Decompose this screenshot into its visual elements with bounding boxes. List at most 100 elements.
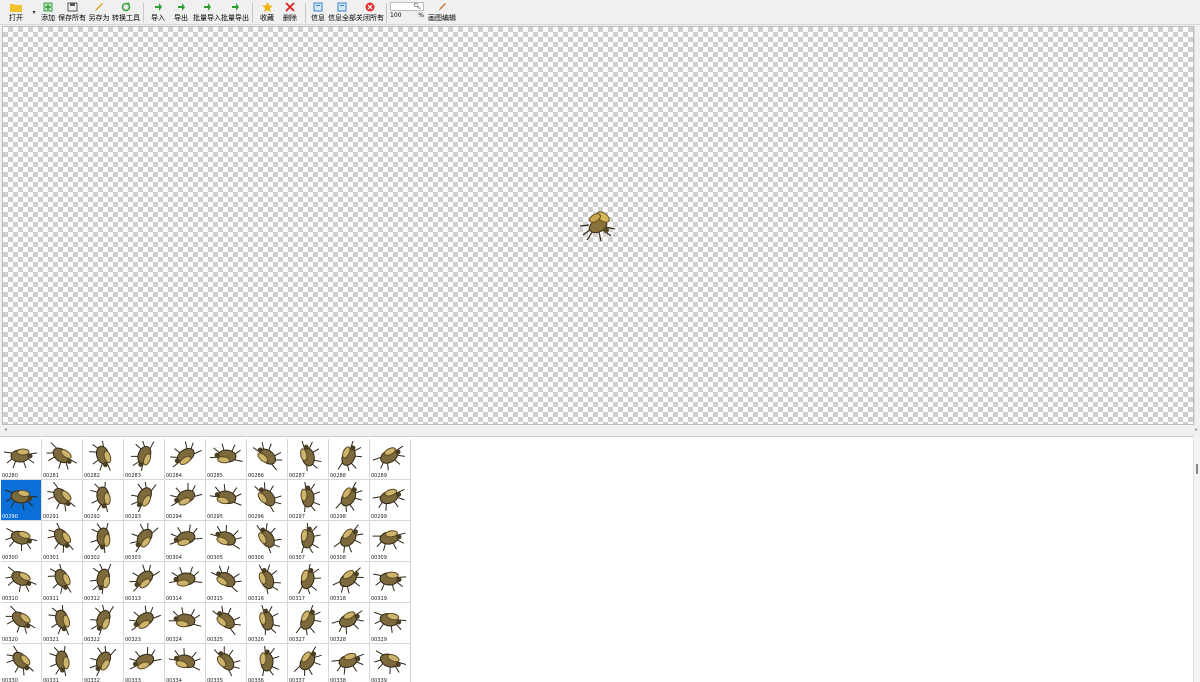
thumbnail-item[interactable]: 00287 bbox=[288, 439, 329, 480]
thumbnail-label: 00282 bbox=[84, 473, 100, 479]
thumbnail-item[interactable]: 00320 bbox=[1, 603, 42, 644]
thumbnail-item[interactable]: 00297 bbox=[288, 480, 329, 521]
thumbnail-item[interactable]: 00334 bbox=[165, 644, 206, 682]
thumbnail-item[interactable]: 00291 bbox=[42, 480, 83, 521]
thumbnail-item[interactable]: 00313 bbox=[124, 562, 165, 603]
thumbnail-item[interactable]: 00298 bbox=[329, 480, 370, 521]
thumbnail-item[interactable]: 00281 bbox=[42, 439, 83, 480]
thumbnail-item[interactable]: 00306 bbox=[247, 521, 288, 562]
info-button[interactable]: 信息 bbox=[309, 0, 327, 25]
thumbnail-item[interactable]: 00302 bbox=[83, 521, 124, 562]
open-button[interactable]: 打开 bbox=[2, 0, 30, 25]
thumbnail-item[interactable]: 00337 bbox=[288, 644, 329, 682]
export-button[interactable]: 导出 bbox=[169, 0, 193, 25]
thumbnail-item[interactable]: 00310 bbox=[1, 562, 42, 603]
convert-button[interactable]: 转换工具 bbox=[112, 0, 140, 25]
scroll-left-arrow[interactable]: ◂ bbox=[4, 426, 7, 433]
thumbnail-item[interactable]: 00284 bbox=[165, 439, 206, 480]
thumbnail-item[interactable]: 00309 bbox=[370, 521, 411, 562]
thumbnail-item[interactable]: 00331 bbox=[42, 644, 83, 682]
thumbnail-item[interactable]: 00301 bbox=[42, 521, 83, 562]
thumbnail-item[interactable]: 00286 bbox=[247, 439, 288, 480]
thumbnail-item[interactable]: 00296 bbox=[247, 480, 288, 521]
thumbnail-item[interactable]: 00288 bbox=[329, 439, 370, 480]
thumbnail-item[interactable]: 00329 bbox=[370, 603, 411, 644]
thumbnail-item[interactable]: 00285 bbox=[206, 439, 247, 480]
thumbnail-item[interactable]: 00325 bbox=[206, 603, 247, 644]
thumbnail-item[interactable]: 00332 bbox=[83, 644, 124, 682]
thumbnail-item[interactable]: 00308 bbox=[329, 521, 370, 562]
beetle-thumbnail-image bbox=[213, 646, 241, 676]
close-all-button[interactable]: 关闭所有 bbox=[356, 0, 384, 25]
thumbnail-item[interactable]: 00305 bbox=[206, 521, 247, 562]
star-icon bbox=[261, 2, 273, 13]
open-dropdown[interactable]: ▾ bbox=[30, 0, 38, 25]
thumbnail-item[interactable]: 00333 bbox=[124, 644, 165, 682]
favorite-button[interactable]: 收藏 bbox=[256, 0, 278, 25]
thumbnail-item[interactable]: 00322 bbox=[83, 603, 124, 644]
canvas-vertical-scrollbar[interactable] bbox=[1194, 26, 1200, 425]
thumbnail-item[interactable]: 00328 bbox=[329, 603, 370, 644]
thumbnail-item[interactable]: 00312 bbox=[83, 562, 124, 603]
thumbnail-scrollbar[interactable] bbox=[1193, 436, 1200, 682]
scroll-right-arrow[interactable]: ▸ bbox=[1195, 426, 1198, 433]
thumbnail-label: 00329 bbox=[371, 637, 387, 643]
thumbnail-item[interactable]: 00304 bbox=[165, 521, 206, 562]
thumbnail-label: 00295 bbox=[207, 514, 223, 520]
thumbnail-item[interactable]: 00314 bbox=[165, 562, 206, 603]
thumbnail-item[interactable]: 00339 bbox=[370, 644, 411, 682]
thumbnail-item[interactable]: 00338 bbox=[329, 644, 370, 682]
thumbnail-item[interactable]: 00294 bbox=[165, 480, 206, 521]
thumbnail-item[interactable]: 00316 bbox=[247, 562, 288, 603]
thumbnail-item[interactable]: 00317 bbox=[288, 562, 329, 603]
beetle-thumbnail-image bbox=[254, 482, 282, 512]
thumbnail-item[interactable]: 00293 bbox=[124, 480, 165, 521]
thumbnail-item[interactable]: 00290 bbox=[1, 480, 42, 521]
thumbnail-label: 00287 bbox=[289, 473, 305, 479]
zoom-search-input[interactable]: 🔍︎ bbox=[390, 2, 424, 11]
beetle-thumbnail-image bbox=[333, 524, 364, 553]
thumbnail-item[interactable]: 00319 bbox=[370, 562, 411, 603]
batch-import-button[interactable]: 批量导入 bbox=[193, 0, 221, 25]
beetle-thumbnail-image bbox=[372, 488, 405, 511]
info-all-button[interactable]: 信息全部 bbox=[327, 0, 357, 25]
thumbnail-item[interactable]: 00282 bbox=[83, 439, 124, 480]
thumbnail-item[interactable]: 00292 bbox=[83, 480, 124, 521]
thumbnail-item[interactable]: 00335 bbox=[206, 644, 247, 682]
thumbnail-item[interactable]: 00318 bbox=[329, 562, 370, 603]
thumbnail-item[interactable]: 00307 bbox=[288, 521, 329, 562]
thumbnail-item[interactable]: 00327 bbox=[288, 603, 329, 644]
thumbnail-item[interactable]: 00300 bbox=[1, 521, 42, 562]
thumbnail-item[interactable]: 00321 bbox=[42, 603, 83, 644]
delete-button[interactable]: 删除 bbox=[278, 0, 302, 25]
thumbnail-item[interactable]: 00315 bbox=[206, 562, 247, 603]
scroll-thumb[interactable] bbox=[1196, 464, 1198, 474]
thumbnail-label: 00309 bbox=[371, 555, 387, 561]
beetle-sprite-preview bbox=[579, 211, 616, 242]
thumbnail-item[interactable]: 00336 bbox=[247, 644, 288, 682]
edit-button[interactable]: 画图编辑 bbox=[428, 0, 456, 25]
canvas-horizontal-scrollbar[interactable]: ◂ ▸ bbox=[2, 425, 1200, 434]
thumbnail-item[interactable]: 00289 bbox=[370, 439, 411, 480]
thumbnail-item[interactable]: 00299 bbox=[370, 480, 411, 521]
thumbnail-item[interactable]: 00303 bbox=[124, 521, 165, 562]
thumbnail-item[interactable]: 00311 bbox=[42, 562, 83, 603]
thumbnail-item[interactable]: 00295 bbox=[206, 480, 247, 521]
thumbnail-item[interactable]: 00323 bbox=[124, 603, 165, 644]
import-button[interactable]: 导入 bbox=[147, 0, 169, 25]
batch-export-button[interactable]: 批量导出 bbox=[221, 0, 249, 25]
thumbnail-label: 00335 bbox=[207, 678, 223, 682]
sprite-canvas[interactable] bbox=[2, 26, 1194, 425]
thumbnail-item[interactable]: 00330 bbox=[1, 644, 42, 682]
thumbnail-item[interactable]: 00324 bbox=[165, 603, 206, 644]
save-as-button[interactable]: 另存为 bbox=[86, 0, 112, 25]
search-icon: 🔍︎ bbox=[413, 3, 421, 10]
thumbnail-label: 00302 bbox=[84, 555, 100, 561]
thumbnail-item[interactable]: 00283 bbox=[124, 439, 165, 480]
save-all-button[interactable]: 保存所有 bbox=[58, 0, 86, 25]
thumbnail-item[interactable]: 00280 bbox=[1, 439, 42, 480]
thumbnail-item[interactable]: 00326 bbox=[247, 603, 288, 644]
zoom-value[interactable]: 100 bbox=[390, 11, 401, 21]
add-button[interactable]: 添加 bbox=[38, 0, 58, 25]
batch-export-icon bbox=[230, 2, 240, 13]
